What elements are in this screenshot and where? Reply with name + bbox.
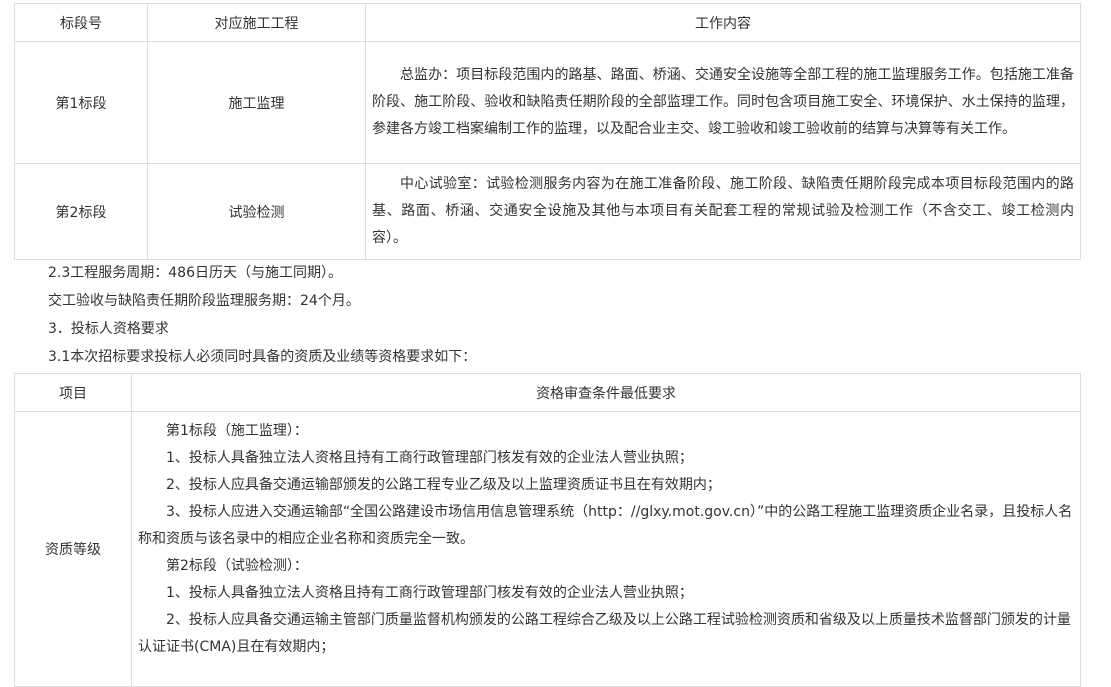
engineering-cell: 施工监理 xyxy=(147,41,366,164)
qualification-table-header: 项目 资格审查条件最低要求 xyxy=(14,373,1081,412)
row-label-cell: 资质等级 xyxy=(14,411,132,687)
scope-table: 标段号 对应施工工程 工作内容 第1标段 施工监理 总监办：项目标段范围内的路基… xyxy=(14,3,1081,260)
list-item: 2、投标人应具备交通运输主管部门质量监督机构颁发的公路工程综合乙级及以上公路工程… xyxy=(138,612,1071,655)
list-item: 第1标段（施工监理）： xyxy=(166,423,308,439)
content-cell: 总监办：项目标段范围内的路基、路面、桥涵、交通安全设施等全部工程的施工监理服务工… xyxy=(365,41,1081,164)
list-item: 1、投标人具备独立法人资格且持有工商行政管理部门核发有效的企业法人营业执照； xyxy=(166,450,693,466)
header-engineering: 对应施工工程 xyxy=(147,3,366,42)
scope-table-header: 标段号 对应施工工程 工作内容 xyxy=(14,3,1081,42)
engineering-cell: 试验检测 xyxy=(147,163,366,260)
table-row: 第2标段 试验检测 中心试验室：试验检测服务内容为在施工准备阶段、施工阶段、缺陷… xyxy=(14,163,1081,260)
header-item: 项目 xyxy=(14,373,132,412)
list-item: 1、投标人具备独立法人资格且持有工商行政管理部门核发有效的企业法人营业执照； xyxy=(166,585,693,601)
requirement-intro-line: 3.1本次招标要求投标人必须同时具备的资质及业绩等资格要求如下： xyxy=(48,349,477,365)
content-cell: 中心试验室：试验检测服务内容为在施工准备阶段、施工阶段、缺陷责任期阶段完成本项目… xyxy=(365,163,1081,260)
requirement-cell: 第1标段（施工监理）： 1、投标人具备独立法人资格且持有工商行政管理部门核发有效… xyxy=(131,411,1081,687)
acceptance-period-line: 交工验收与缺陷责任期阶段监理服务期：24个月。 xyxy=(48,293,360,309)
content-text: 总监办：项目标段范围内的路基、路面、桥涵、交通安全设施等全部工程的施工监理服务工… xyxy=(372,67,1074,137)
table-row: 资质等级 第1标段（施工监理）： 1、投标人具备独立法人资格且持有工商行政管理部… xyxy=(14,411,1081,687)
header-requirement: 资格审查条件最低要求 xyxy=(131,373,1081,412)
table-row: 第1标段 施工监理 总监办：项目标段范围内的路基、路面、桥涵、交通安全设施等全部… xyxy=(14,41,1081,164)
list-item: 第2标段（试验检测）： xyxy=(166,558,308,574)
header-section-no: 标段号 xyxy=(14,3,148,42)
header-work-content: 工作内容 xyxy=(365,3,1081,42)
section-cell: 第1标段 xyxy=(14,41,148,164)
section-heading: 3．投标人资格要求 xyxy=(48,321,169,337)
content-text: 中心试验室：试验检测服务内容为在施工准备阶段、施工阶段、缺陷责任期阶段完成本项目… xyxy=(372,176,1074,246)
list-item: 3、投标人应进入交通运输部“全国公路建设市场信用信息管理系统（http：//gl… xyxy=(138,504,1073,547)
qualification-table: 项目 资格审查条件最低要求 资质等级 第1标段（施工监理）： 1、投标人具备独立… xyxy=(14,373,1081,687)
service-period-line: 2.3工程服务周期：486日历天（与施工同期）。 xyxy=(48,265,342,281)
requirement-list: 第1标段（施工监理）： 1、投标人具备独立法人资格且持有工商行政管理部门核发有效… xyxy=(132,418,1080,661)
section-cell: 第2标段 xyxy=(14,163,148,260)
list-item: 2、投标人应具备交通运输部颁发的公路工程专业乙级及以上监理资质证书且在有效期内； xyxy=(166,477,721,493)
